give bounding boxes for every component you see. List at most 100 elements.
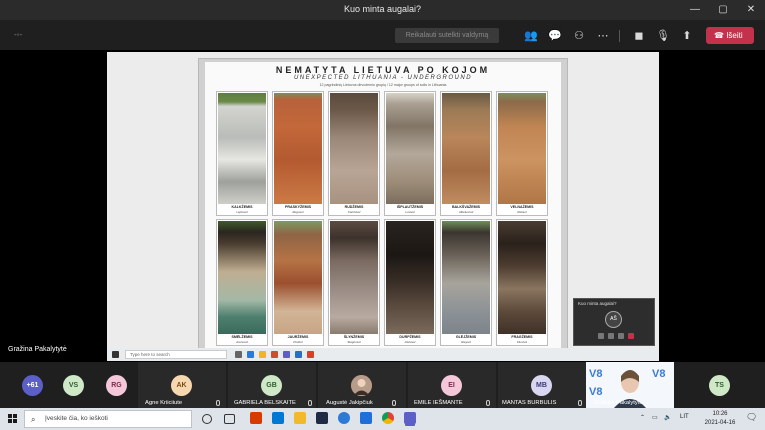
- soil-card: JAURŽEMIS Podzol: [272, 219, 324, 346]
- task-view-icon: [235, 351, 242, 358]
- person-photo-icon: [351, 375, 372, 396]
- soil-latin: Histosol: [404, 340, 416, 344]
- share-screen-icon[interactable]: ⬆: [679, 28, 695, 44]
- soil-latin: Podzol: [293, 340, 303, 344]
- powerpoint-icon: [271, 351, 278, 358]
- task-view-icon[interactable]: [224, 414, 235, 424]
- participant-video-tile[interactable]: V8 V8 V8 Gražina Pakalytytė: [586, 362, 674, 408]
- language-indicator[interactable]: LIT: [680, 414, 689, 420]
- participant-avatar[interactable]: TS: [709, 375, 730, 396]
- soil-card: VELNAŽEMIS Retisol: [496, 91, 548, 216]
- mic-icon: [392, 400, 396, 406]
- soil-poster: NEMATYTA LIETUVA PO KOJOM UNEXPECTED LIT…: [205, 62, 561, 352]
- window-title: Kuo minta augalai?: [343, 4, 422, 14]
- mini-share-icon[interactable]: [618, 333, 624, 339]
- soil-name: KALKŽEMIS: [231, 205, 253, 209]
- shared-search-box: Type here to search: [125, 350, 227, 359]
- participant-name: EMILE IEŠMANTE: [414, 400, 463, 406]
- windows-start-icon[interactable]: [8, 414, 18, 424]
- soil-latin: Regosol: [292, 210, 304, 214]
- soil-latin: Leptosol: [236, 210, 248, 214]
- participants-icon[interactable]: 👥: [523, 28, 539, 44]
- teams-icon[interactable]: [404, 412, 416, 424]
- participant-avatar: EI: [441, 375, 462, 396]
- request-control-button[interactable]: Reikalauti sutelkti valdymą: [395, 28, 499, 43]
- taskbar-search-box[interactable]: ⌕ Įveskite čia, ko ieškoti: [24, 410, 192, 428]
- soil-card: GLĖJŽEMIS Gleysol: [440, 219, 492, 346]
- chrome-icon[interactable]: [382, 412, 394, 424]
- title-bar: Kuo minta augalai? — ▢ ✕: [0, 0, 765, 20]
- minimize-icon[interactable]: —: [684, 2, 706, 18]
- more-participants-badge[interactable]: +61: [22, 375, 43, 396]
- notifications-icon[interactable]: 🗨: [746, 412, 757, 423]
- soil-latin: Retisol: [517, 210, 527, 214]
- svg-text:V8: V8: [652, 368, 665, 380]
- mail-icon[interactable]: [272, 412, 284, 424]
- participant-tile[interactable]: EI EMILE IEŠMANTE: [408, 362, 496, 408]
- mic-icon: [308, 400, 312, 406]
- meeting-info-icon[interactable]: -◦-: [14, 30, 22, 39]
- network-icon[interactable]: ▭: [652, 414, 658, 421]
- soil-latin: Albeluvisol: [458, 210, 474, 214]
- taskbar-clock[interactable]: 10:26 2021-04-16: [700, 410, 740, 428]
- soil-name: DURPŽEMIS: [399, 335, 421, 339]
- toolbar-divider: [619, 30, 620, 42]
- teams-window: Kuo minta augalai? — ▢ ✕ -◦- Reikalauti …: [0, 0, 765, 430]
- soil-name: SMĖLŽEMIS: [231, 335, 253, 339]
- office-icon[interactable]: [250, 412, 262, 424]
- mini-mic-icon[interactable]: [608, 333, 614, 339]
- clock-date: 2021-04-16: [704, 420, 736, 426]
- microphone-off-icon[interactable]: 🎙: [655, 28, 671, 44]
- soil-card: IŠPLAUTŽEMIS Luvisol: [384, 91, 436, 216]
- tray-chevron-icon[interactable]: ⌃: [640, 414, 645, 421]
- soil-name: PRASKYŽEMIS: [285, 205, 311, 209]
- svg-text:V8: V8: [589, 386, 602, 398]
- soil-card: PRASKYŽEMIS Regosol: [272, 91, 324, 216]
- volume-icon[interactable]: 🔈: [664, 414, 671, 421]
- search-icon: ⌕: [31, 415, 36, 424]
- soil-profile-image: [218, 221, 266, 334]
- leave-button[interactable]: ☎ Išeiti: [706, 27, 754, 44]
- participant-avatar[interactable]: RG: [106, 375, 127, 396]
- camera-off-icon[interactable]: ◼: [631, 28, 647, 44]
- phone-hangup-icon: ☎: [714, 31, 727, 40]
- edge-icon: [247, 351, 254, 358]
- soil-profile-image: [386, 221, 434, 334]
- participant-strip: +61 VS RG AK Agne Kriiciiute GB GABRIELA…: [0, 362, 765, 408]
- mini-window-title: Kuo minta augalai?: [578, 301, 617, 306]
- soil-profile-image: [274, 93, 322, 204]
- soil-name: JAURŽEMIS: [287, 335, 309, 339]
- poster-title: NEMATYTA LIETUVA PO KOJOM: [275, 65, 491, 75]
- cortana-icon[interactable]: [202, 414, 212, 424]
- chat-icon[interactable]: 💬: [547, 28, 563, 44]
- store-icon[interactable]: [316, 412, 328, 424]
- participant-tile[interactable]: GB GABRIELA BELSKAITE: [228, 362, 316, 408]
- soil-profile-image: [442, 93, 490, 204]
- mic-icon: [578, 400, 582, 406]
- mini-controls: [578, 333, 650, 341]
- soil-card: ŠLYNŽEMIS Stagnosol: [328, 219, 380, 346]
- participant-tile[interactable]: Augustė Jakipčiuk: [318, 362, 406, 408]
- soil-name: VELNAŽEMIS: [510, 205, 534, 209]
- mini-meeting-window[interactable]: Kuo minta augalai? AŠ: [573, 298, 655, 346]
- poster-subtitle: UNEXPECTED LITHUANIA - UNDERGROUND: [293, 75, 473, 81]
- participant-avatar[interactable]: VS: [63, 375, 84, 396]
- soil-name: IŠPLAUTŽEMIS: [396, 205, 424, 209]
- more-options-icon[interactable]: ⋯: [595, 28, 611, 44]
- soil-name: RUDŽEMIS: [344, 205, 364, 209]
- breakout-rooms-icon[interactable]: ⚇: [571, 28, 587, 44]
- soil-card: FRAGŽEMIS Fluvisol: [496, 219, 548, 346]
- soil-profile-image: [218, 93, 266, 204]
- chrome-icon: [307, 351, 314, 358]
- edge-icon[interactable]: [338, 412, 350, 424]
- close-icon[interactable]: ✕: [740, 2, 762, 18]
- mini-hangup-icon[interactable]: [628, 333, 634, 339]
- word-icon[interactable]: [360, 412, 372, 424]
- participant-tile[interactable]: AK Agne Kriiciiute: [138, 362, 226, 408]
- soil-name: ŠLYNŽEMIS: [343, 335, 365, 339]
- file-explorer-icon[interactable]: [294, 412, 306, 424]
- soil-profile-image: [330, 93, 378, 204]
- mini-camera-icon[interactable]: [598, 333, 604, 339]
- participant-tile[interactable]: MB MANTAS BURBULIS: [498, 362, 586, 408]
- maximize-icon[interactable]: ▢: [712, 2, 734, 18]
